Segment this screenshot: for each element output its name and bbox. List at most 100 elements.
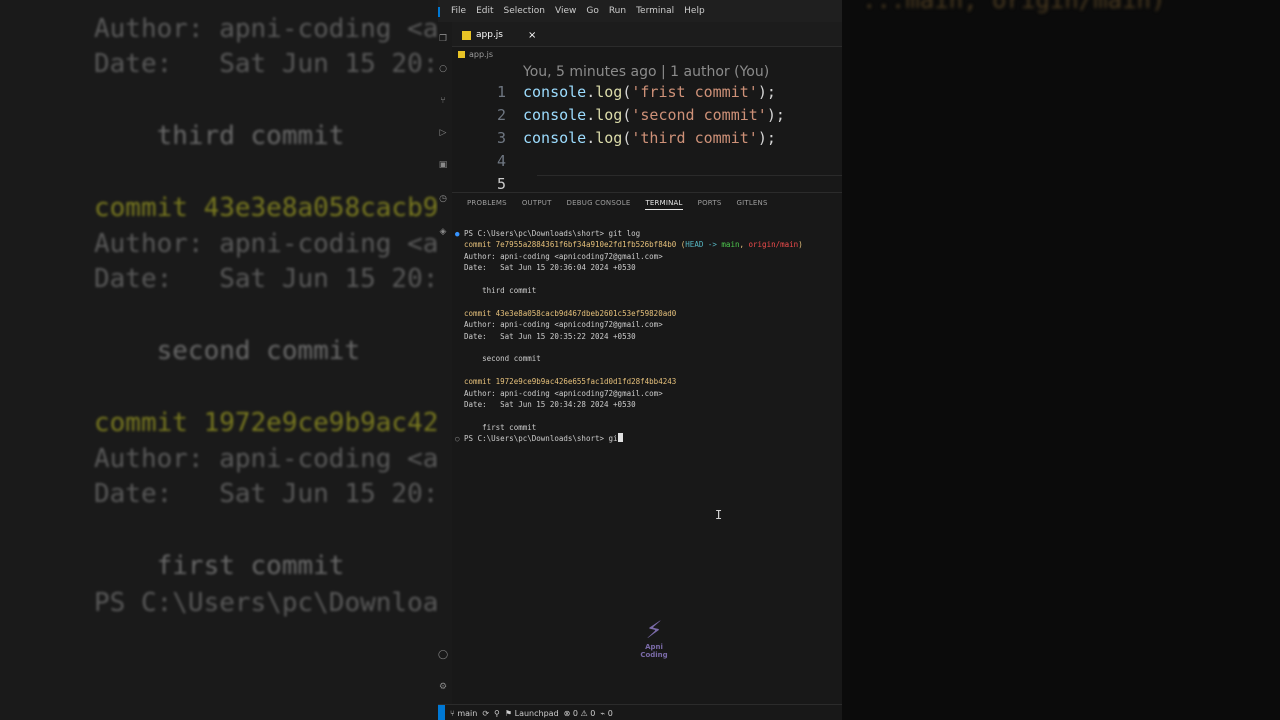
settings-gear-icon[interactable]: ⚙ [438, 682, 448, 692]
background-line: commit 43e3e8a058cacb9d [94, 193, 438, 223]
panel-tab-bar: PROBLEMS OUTPUT DEBUG CONSOLE TERMINAL P… [467, 199, 768, 210]
background-right-text: ...main, origin/main) [862, 0, 1166, 14]
tab-terminal[interactable]: TERMINAL [645, 199, 683, 210]
tab-gitlens[interactable]: GITLENS [736, 199, 767, 210]
ref-close: ) [798, 240, 803, 250]
launchpad-status[interactable]: ⚑ Launchpad [500, 709, 559, 718]
current-line-highlight [537, 175, 842, 192]
background-line: first commit [94, 551, 345, 581]
background-zoom-left: Author: apni-coding <ap Date: Sat Jun 15 … [0, 0, 438, 720]
code-editor[interactable]: You, 5 minutes ago | 1 author (You) 1 co… [452, 62, 842, 193]
bottom-panel: PROBLEMS OUTPUT DEBUG CONSOLE TERMINAL P… [452, 192, 842, 705]
background-line: Author: apni-coding <ap [94, 229, 438, 259]
menu-go[interactable]: Go [581, 6, 603, 16]
ref-sep: , [739, 240, 744, 250]
explorer-icon[interactable]: ❐ [438, 34, 448, 44]
background-line: PS C:\Users\pc\Download [94, 588, 438, 618]
breadcrumb[interactable]: app.js [458, 47, 493, 61]
launchpad-label: Launchpad [514, 708, 559, 718]
menu-bar: File Edit Selection View Go Run Terminal… [438, 0, 842, 22]
commit-date: Date: Sat Jun 15 20:35:22 2024 +0530 [464, 331, 636, 341]
remote-ref: origin/main [748, 240, 799, 250]
code-line[interactable]: 4 [452, 152, 842, 175]
background-line: Date: Sat Jun 15 20:3 [94, 49, 438, 79]
error-count: 0 [572, 708, 578, 718]
commit-author: Author: apni-coding <apnicoding72@gmail.… [464, 251, 663, 261]
activity-bar: ❐ ○ ⑂ ▷ ▣ ◷ ◈ ◯ ⚙ [438, 22, 452, 704]
terminal-cursor [617, 433, 623, 443]
vscode-window: File Edit Selection View Go Run Terminal… [438, 0, 842, 720]
menu-edit[interactable]: Edit [471, 6, 498, 16]
commit-message: second commit [482, 354, 541, 364]
code-line[interactable]: 1 console.log('frist commit'); [452, 83, 842, 106]
search-icon[interactable]: ○ [438, 64, 448, 74]
apni-coding-logo: ⚡ Apni Coding [628, 617, 680, 659]
commit-hash: commit 1972e9ce9b9ac426e655fac1d0d1fd28f… [464, 377, 677, 387]
code-text: console.log('frist commit'); [523, 83, 776, 101]
close-icon[interactable]: × [528, 30, 536, 41]
text-cursor-icon: I [715, 508, 723, 522]
tab-app-js[interactable]: app.js × [462, 26, 536, 44]
background-line: Date: Sat Jun 15 20:3 [94, 264, 438, 294]
code-line[interactable]: 3 console.log('third commit'); [452, 129, 842, 152]
line-number: 4 [496, 152, 506, 170]
sync-icon[interactable]: ⟳ [477, 709, 489, 718]
background-line: Author: apni-coding <ap [94, 14, 438, 44]
editor-tab-bar: app.js × [452, 22, 842, 47]
line-number: 2 [496, 106, 506, 124]
tab-label: app.js [476, 30, 503, 40]
menu-file[interactable]: File [438, 6, 471, 16]
background-line: second commit [94, 336, 361, 366]
menu-run[interactable]: Run [604, 6, 631, 16]
gitlens-icon[interactable]: ◈ [438, 227, 448, 237]
ports-status[interactable]: ⌁ 0 [595, 709, 612, 718]
command-decoration-icon[interactable]: ● [455, 229, 460, 238]
terminal-output[interactable]: ● PS C:\Users\pc\Downloads\short> git lo… [455, 228, 840, 445]
breadcrumb-file[interactable]: app.js [469, 50, 493, 59]
git-blame-annotation[interactable]: You, 5 minutes ago | 1 author (You) [523, 64, 769, 80]
terminal-prompt: PS C:\Users\pc\Downloads\short> [464, 229, 605, 238]
commit-message: third commit [482, 286, 537, 296]
remote-explorer-icon[interactable]: ◷ [438, 194, 448, 204]
javascript-file-icon [462, 30, 471, 40]
tab-problems[interactable]: PROBLEMS [467, 199, 507, 210]
command-decoration-icon[interactable]: ○ [455, 434, 460, 443]
code-text: console.log('second commit'); [523, 106, 785, 124]
menu-selection[interactable]: Selection [499, 6, 550, 16]
commit-date: Date: Sat Jun 15 20:34:28 2024 +0530 [464, 400, 636, 410]
port-count: 0 [607, 708, 613, 718]
account-icon[interactable]: ◯ [438, 650, 448, 660]
background-line: commit 1972e9ce9b9ac426 [94, 408, 438, 438]
menu-terminal[interactable]: Terminal [631, 6, 679, 16]
terminal-input[interactable]: gi [609, 434, 618, 443]
tab-output[interactable]: OUTPUT [522, 199, 552, 210]
status-bar: ⑂ main ⟳ ⚲ ⚑ Launchpad ⊗ 0 ⚠ 0 ⌁ 0 [438, 704, 842, 720]
problems-status[interactable]: ⊗ 0 ⚠ 0 [559, 709, 596, 718]
line-number: 1 [496, 83, 506, 101]
background-line: Date: Sat Jun 15 20:3 [94, 479, 438, 509]
commit-author: Author: apni-coding <apnicoding72@gmail.… [464, 320, 663, 330]
head-ref: HEAD -> [685, 240, 717, 250]
code-line[interactable]: 2 console.log('second commit'); [452, 106, 842, 129]
run-debug-icon[interactable]: ▷ [438, 128, 448, 138]
graph-icon[interactable]: ⚲ [489, 709, 500, 718]
background-zoom-right: ...main, origin/main) [842, 0, 1280, 720]
background-line: Author: apni-coding <ap [94, 444, 438, 474]
javascript-file-icon [458, 50, 465, 58]
menu-view[interactable]: View [550, 6, 581, 16]
commit-author: Author: apni-coding <apnicoding72@gmail.… [464, 388, 663, 398]
branch-status[interactable]: ⑂ main [445, 709, 477, 718]
tab-ports[interactable]: PORTS [698, 199, 722, 210]
tab-debug-console[interactable]: DEBUG CONSOLE [567, 199, 631, 210]
commit-hash: commit 43e3e8a058cacb9d467dbeb2601c53ef5… [464, 308, 677, 318]
menu-help[interactable]: Help [679, 6, 710, 16]
branch-ref: main [721, 240, 740, 250]
branch-name: main [457, 708, 478, 718]
remote-indicator[interactable] [438, 705, 445, 720]
background-line: third commit [94, 121, 345, 151]
source-control-icon[interactable]: ⑂ [438, 96, 448, 106]
extensions-icon[interactable]: ▣ [438, 160, 448, 170]
terminal-prompt: PS C:\Users\pc\Downloads\short> [464, 434, 605, 444]
logo-text-line2: Coding [640, 651, 668, 659]
terminal-command: git log [608, 229, 641, 238]
